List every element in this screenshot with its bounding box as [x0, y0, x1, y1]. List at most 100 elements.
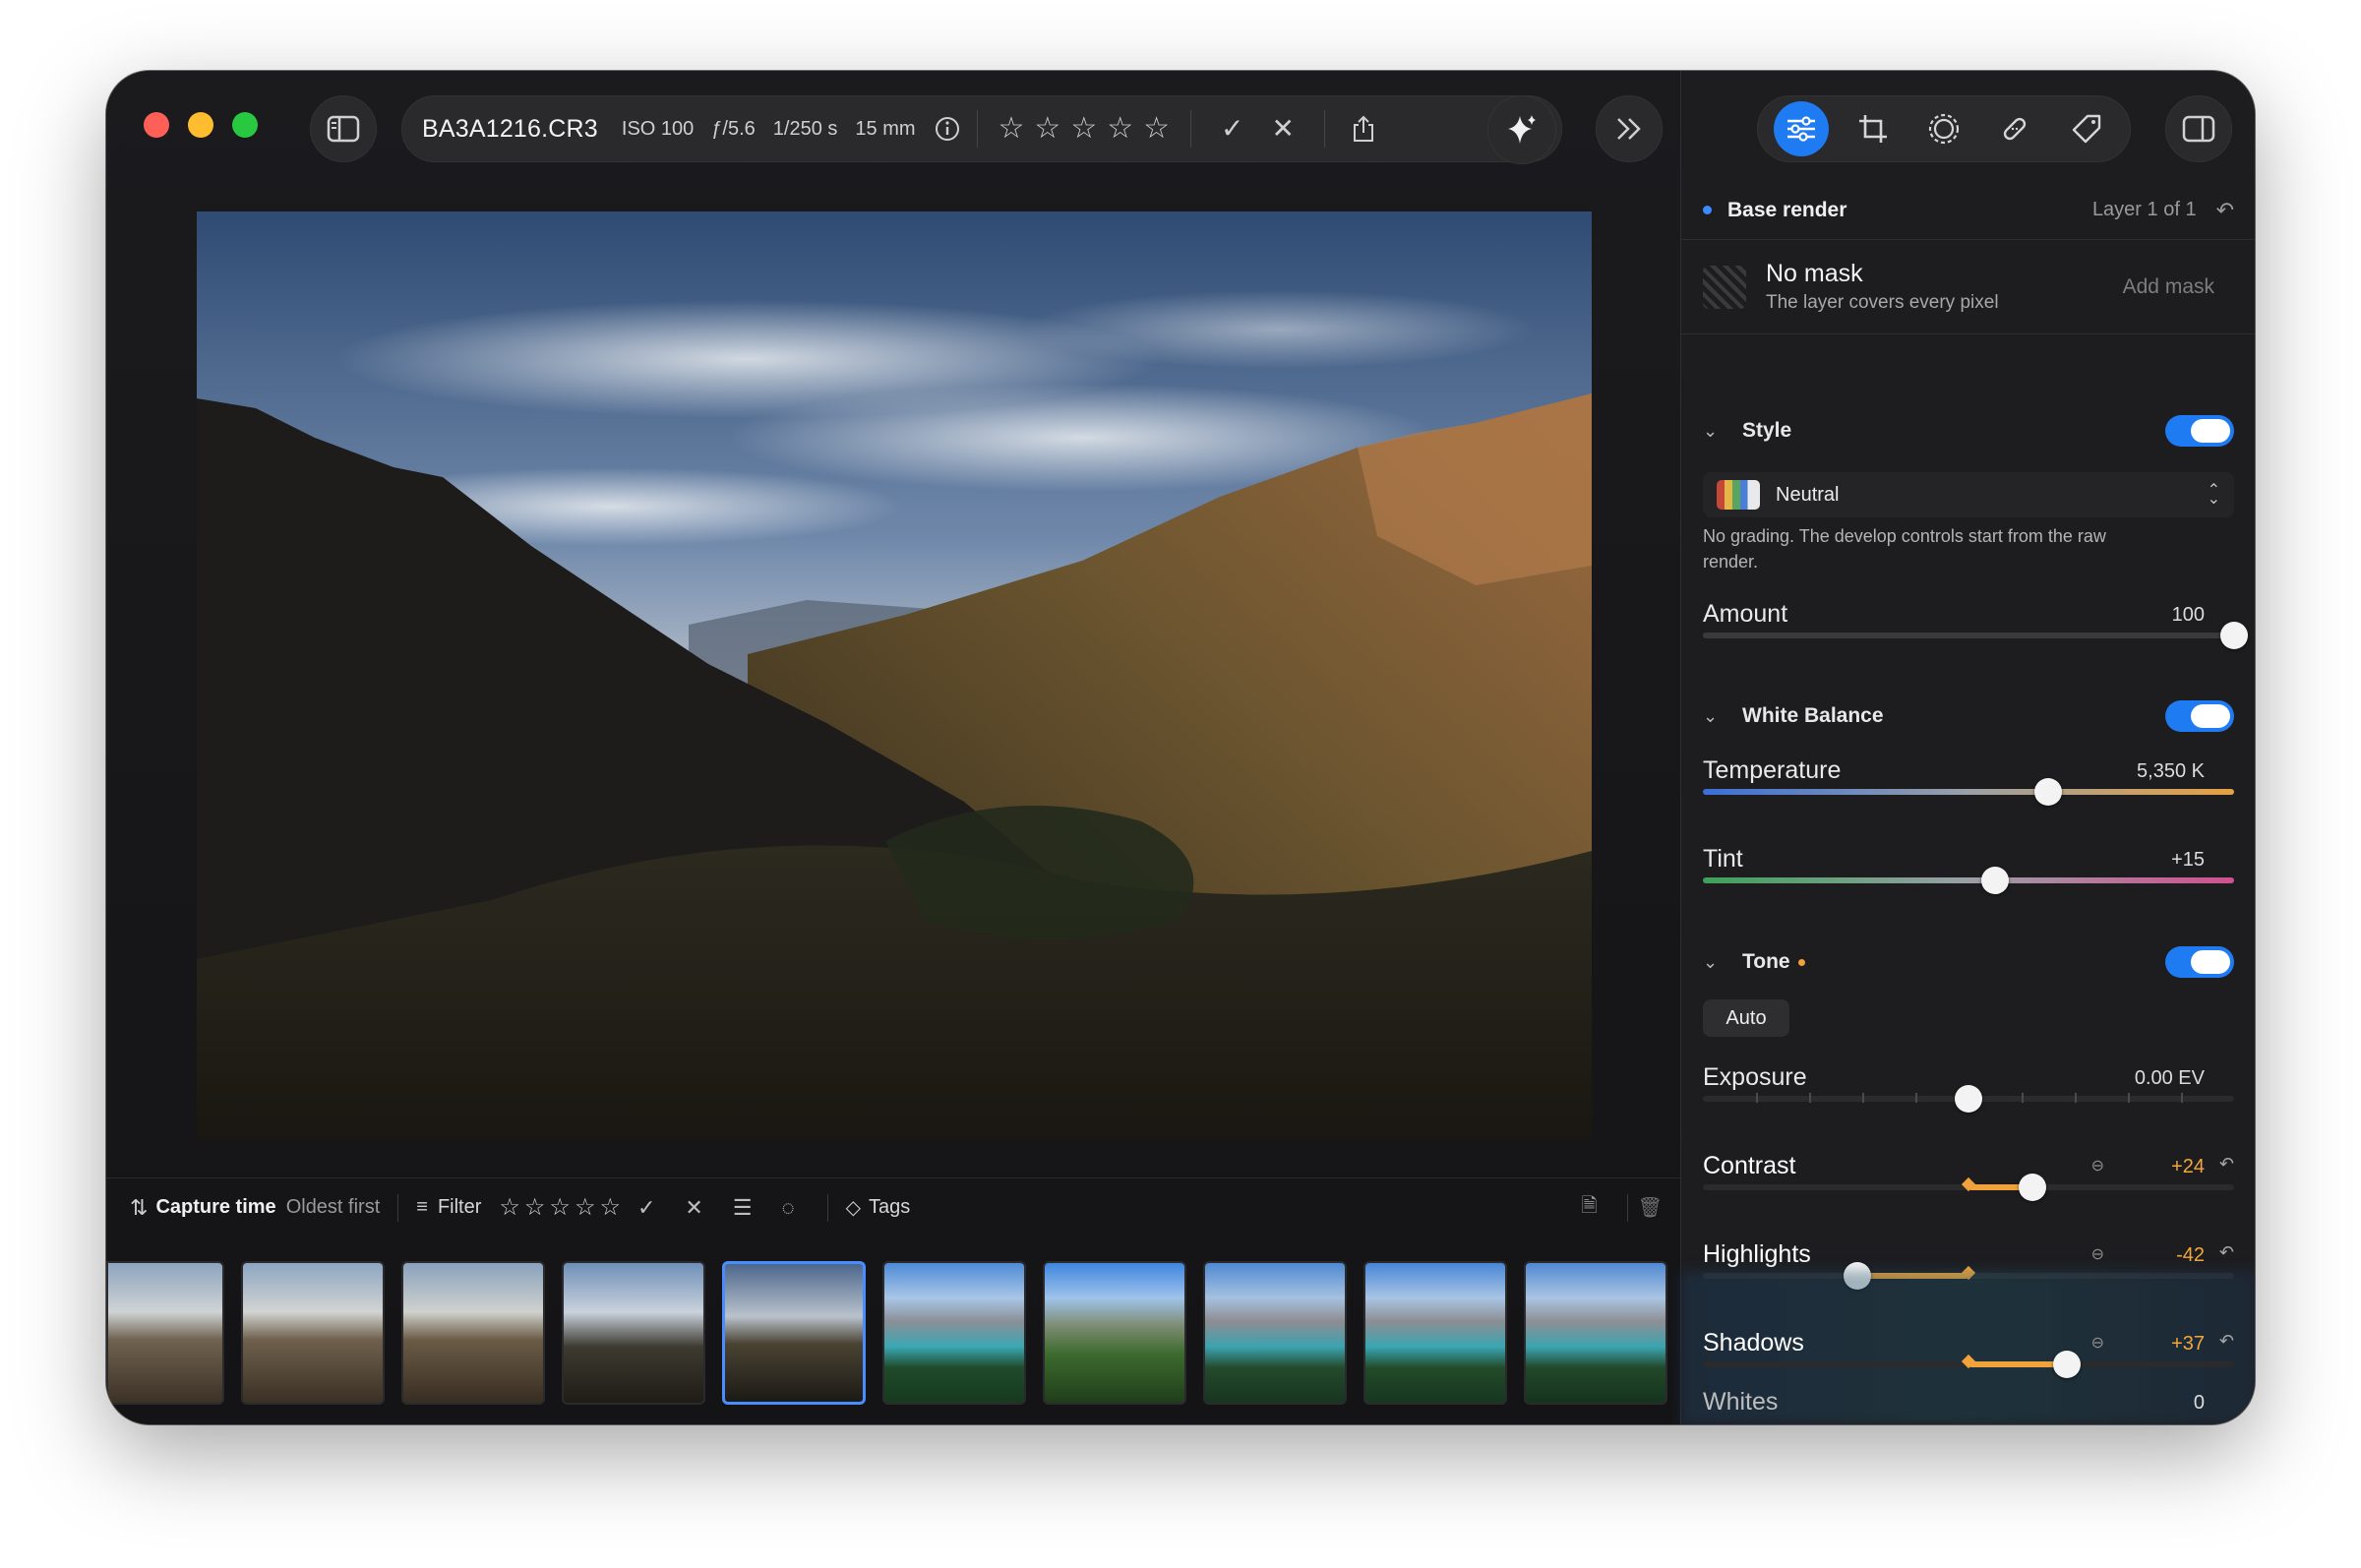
- rating-star-5[interactable]: ☆: [1143, 114, 1170, 144]
- style-section-header[interactable]: ⌄ Style: [1703, 411, 2234, 451]
- filmstrip-thumbnail[interactable]: [882, 1261, 1026, 1405]
- amount-slider[interactable]: Amount 100: [1703, 600, 2248, 659]
- exposure-slider[interactable]: Exposure 0.00 EV: [1703, 1063, 2234, 1122]
- sort-field-label[interactable]: Capture time: [155, 1196, 275, 1219]
- tone-toggle[interactable]: [2165, 946, 2234, 978]
- style-select[interactable]: Neutral ⌃ ⌄: [1703, 472, 2234, 517]
- filter-star-icon: ☆: [574, 1194, 596, 1221]
- tab-metadata[interactable]: [2059, 101, 2114, 156]
- rating-star-3[interactable]: ☆: [1070, 114, 1097, 144]
- whites-slider[interactable]: Whites 0: [1703, 1388, 2234, 1424]
- style-selected-value: Neutral: [1776, 483, 1840, 506]
- info-button[interactable]: [934, 115, 961, 143]
- filmstrip-thumbnail[interactable]: [106, 1261, 224, 1405]
- white-balance-toggle[interactable]: [2165, 700, 2234, 732]
- slider-handle[interactable]: [2034, 778, 2062, 806]
- main-photo[interactable]: [197, 211, 1592, 1140]
- temperature-slider[interactable]: Temperature 5,350 K: [1703, 756, 2234, 815]
- filmstrip-thumbnail[interactable]: [241, 1261, 385, 1405]
- layer-header[interactable]: Base render Layer 1 of 1 ↶: [1681, 181, 2255, 240]
- shadows-slider[interactable]: Shadows ⊖ +37 ↶: [1703, 1329, 2234, 1388]
- ai-enhance-button[interactable]: [1487, 95, 1556, 164]
- slider-handle[interactable]: [2018, 1174, 2046, 1201]
- tab-crop[interactable]: [1846, 101, 1901, 156]
- white-balance-section-header[interactable]: ⌄ White Balance: [1703, 696, 2234, 736]
- slider-tick: [2022, 1093, 2024, 1103]
- focal-length-value: 15 mm: [855, 117, 916, 140]
- chevron-down-icon: ⌄: [1703, 420, 1719, 441]
- minimize-window-button[interactable]: [188, 112, 213, 138]
- sidebar-icon: [327, 115, 360, 143]
- double-chevron-right-icon: [1617, 118, 1641, 140]
- export-file-icon[interactable]: 🗎: [1582, 1191, 1598, 1225]
- filmstrip-thumbnail[interactable]: [1203, 1261, 1347, 1405]
- pick-checkmark-icon[interactable]: ✓: [1221, 115, 1243, 143]
- style-toggle[interactable]: [2165, 415, 2234, 447]
- sort-order-label[interactable]: Oldest first: [286, 1196, 381, 1219]
- tab-retouch[interactable]: [1987, 101, 2042, 156]
- chevron-updown-icon: ⌃ ⌄: [2207, 482, 2220, 508]
- filter-star-icon: ☆: [523, 1194, 546, 1221]
- filmstrip-thumbnail[interactable]: [401, 1261, 545, 1405]
- sort-icon[interactable]: ⇅: [130, 1195, 148, 1221]
- amount-label: Amount: [1703, 600, 1788, 628]
- filter-label[interactable]: Filter: [438, 1196, 481, 1219]
- undo-icon[interactable]: ↶: [2216, 198, 2234, 223]
- slider-handle[interactable]: [1955, 1085, 1982, 1113]
- info-icon: [935, 117, 959, 141]
- tint-slider[interactable]: Tint +15: [1703, 845, 2234, 904]
- shadows-label: Shadows: [1703, 1329, 1804, 1357]
- filmstrip-thumbnail[interactable]: [562, 1261, 705, 1405]
- slider-handle[interactable]: [1981, 867, 2009, 894]
- filter-star-icon: ☆: [549, 1194, 571, 1221]
- aperture-value: ƒ/5.6: [711, 117, 756, 140]
- filmstrip-thumbnail[interactable]: [1043, 1261, 1186, 1405]
- close-window-button[interactable]: [144, 112, 169, 138]
- filter-edited-sliders-icon[interactable]: ☰: [733, 1195, 753, 1221]
- shutter-value: 1/250 s: [772, 117, 838, 140]
- divider: [1190, 110, 1192, 148]
- bandage-icon: [2004, 117, 2027, 141]
- add-mask-button[interactable]: Add mask: [2123, 275, 2214, 299]
- filter-picked-checkmark-icon[interactable]: ✓: [637, 1195, 655, 1221]
- tab-masks[interactable]: [1916, 101, 1971, 156]
- tag-icon[interactable]: ◇: [846, 1195, 861, 1220]
- toggle-inspector-button[interactable]: [2165, 95, 2232, 162]
- contrast-slider[interactable]: Contrast ⊖ +24 ↶: [1703, 1152, 2234, 1211]
- filmstrip-toolbar: ⇅ Capture time Oldest first ≡ Filter ☆ ☆ ☆…: [106, 1177, 1680, 1236]
- exposure-label: Exposure: [1703, 1063, 1807, 1091]
- tags-label[interactable]: Tags: [869, 1196, 910, 1219]
- toggle-sidebar-button[interactable]: [310, 95, 377, 162]
- filter-icon[interactable]: ≡: [416, 1196, 428, 1219]
- link-icon[interactable]: ⊖: [2091, 1244, 2104, 1264]
- window-controls: [144, 112, 258, 138]
- slider-handle[interactable]: [2052, 1351, 2081, 1378]
- link-icon[interactable]: ⊖: [2091, 1333, 2104, 1353]
- share-button[interactable]: [1351, 114, 1376, 144]
- tab-adjust[interactable]: [1774, 101, 1830, 156]
- filter-rating-stars[interactable]: ☆ ☆ ☆ ☆ ☆: [497, 1193, 623, 1222]
- trash-icon[interactable]: 🗑: [1638, 1195, 1663, 1220]
- edit-panel: Base render Layer 1 of 1 ↶ No mask The l…: [1680, 71, 2255, 1424]
- auto-tone-button[interactable]: Auto: [1703, 999, 1789, 1037]
- rating-star-4[interactable]: ☆: [1107, 114, 1133, 144]
- style-description: No grading. The develop controls start f…: [1703, 526, 2106, 572]
- filter-mask-circle-icon[interactable]: ◌: [782, 1195, 795, 1221]
- rating-star-1[interactable]: ☆: [999, 114, 1025, 144]
- filmstrip-thumbnail[interactable]: [1524, 1261, 1667, 1405]
- share-icon: [1353, 115, 1373, 142]
- reset-icon[interactable]: ↶: [2219, 1242, 2234, 1263]
- filmstrip-thumbnail-selected[interactable]: [722, 1261, 866, 1405]
- reset-icon[interactable]: ↶: [2219, 1331, 2234, 1352]
- rating-star-2[interactable]: ☆: [1034, 114, 1060, 144]
- slider-handle[interactable]: [2220, 622, 2248, 649]
- filmstrip-thumbnail[interactable]: [1363, 1261, 1507, 1405]
- zoom-window-button[interactable]: [232, 112, 258, 138]
- mask-subtitle: The layer covers every pixel: [1766, 292, 1999, 313]
- reset-icon[interactable]: ↶: [2219, 1154, 2234, 1175]
- tone-section-header[interactable]: ⌄ Tone: [1703, 942, 2234, 982]
- filter-rejected-x-icon[interactable]: ✕: [685, 1195, 702, 1221]
- reject-x-icon[interactable]: ✕: [1272, 115, 1295, 143]
- link-icon[interactable]: ⊖: [2091, 1156, 2104, 1176]
- expand-panel-button[interactable]: [1596, 95, 1663, 162]
